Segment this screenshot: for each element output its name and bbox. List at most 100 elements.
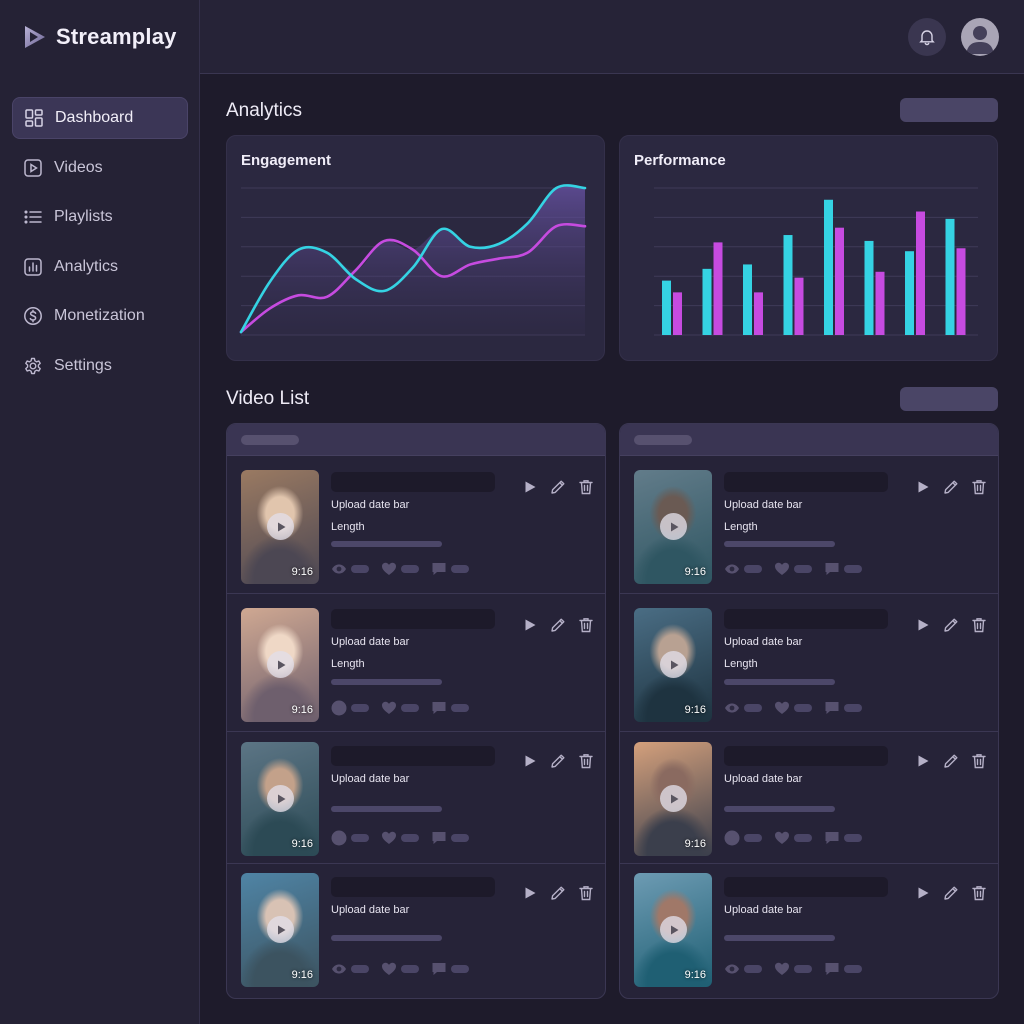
video-thumbnail[interactable]: 9:16	[241, 873, 319, 987]
thumbnail-play-icon[interactable]	[660, 513, 687, 540]
video-actions	[521, 752, 595, 770]
thumbnail-play-icon[interactable]	[660, 651, 687, 678]
aspect-ratio-label: 9:16	[291, 838, 313, 850]
edit-icon[interactable]	[549, 752, 567, 770]
comments-stat	[431, 700, 469, 716]
performance-bar-1-1	[673, 292, 682, 335]
heart-icon	[774, 561, 790, 577]
video-icon	[22, 157, 44, 179]
comment-icon	[824, 700, 840, 716]
circle-icon	[331, 830, 347, 846]
video-row[interactable]: 9:16 Upload date bar Length	[620, 456, 998, 594]
video-thumbnail[interactable]: 9:16	[634, 742, 712, 856]
likes-stat	[381, 561, 419, 577]
views-count-placeholder	[351, 965, 369, 973]
thumbnail-play-icon[interactable]	[660, 916, 687, 943]
performance-chart	[654, 187, 978, 336]
play-icon[interactable]	[521, 478, 539, 496]
play-icon[interactable]	[521, 752, 539, 770]
brand[interactable]: Streamplay	[22, 24, 177, 50]
sidebar-item-dashboard[interactable]: Dashboard	[12, 97, 188, 139]
video-thumbnail[interactable]: 9:16	[241, 470, 319, 584]
thumbnail-play-icon[interactable]	[267, 513, 294, 540]
video-thumbnail[interactable]: 9:16	[634, 608, 712, 722]
sidebar-item-analytics[interactable]: Analytics	[12, 246, 188, 288]
user-avatar[interactable]	[961, 18, 999, 56]
playlist-icon	[22, 206, 44, 228]
video-progress-bar	[724, 541, 835, 547]
edit-icon[interactable]	[942, 884, 960, 902]
thumbnail-play-icon[interactable]	[267, 916, 294, 943]
play-icon[interactable]	[914, 752, 932, 770]
edit-icon[interactable]	[549, 616, 567, 634]
video-thumbnail[interactable]: 9:16	[634, 470, 712, 584]
video-list-action-button[interactable]	[900, 387, 998, 411]
trash-icon[interactable]	[970, 752, 988, 770]
notification-button[interactable]	[908, 18, 946, 56]
trash-icon[interactable]	[577, 478, 595, 496]
trash-icon[interactable]	[970, 478, 988, 496]
trash-icon[interactable]	[577, 884, 595, 902]
performance-bar-3-0	[743, 264, 752, 335]
thumbnail-play-icon[interactable]	[660, 785, 687, 812]
panel-header	[227, 424, 605, 456]
video-row[interactable]: 9:16 Upload date bar	[227, 864, 605, 998]
comments-count-placeholder	[844, 565, 862, 573]
trash-icon[interactable]	[577, 616, 595, 634]
likes-count-placeholder	[401, 834, 419, 842]
trash-icon[interactable]	[970, 884, 988, 902]
trash-icon[interactable]	[577, 752, 595, 770]
sidebar-item-settings[interactable]: Settings	[12, 345, 188, 387]
thumbnail-play-icon[interactable]	[267, 785, 294, 812]
play-icon[interactable]	[914, 616, 932, 634]
video-thumbnail[interactable]: 9:16	[241, 608, 319, 722]
panel-header-bar	[634, 435, 692, 445]
sidebar-item-playlists[interactable]: Playlists	[12, 196, 188, 238]
video-row[interactable]: 9:16 Upload date bar	[227, 732, 605, 864]
thumbnail-play-icon[interactable]	[267, 651, 294, 678]
video-row[interactable]: 9:16 Upload date bar	[620, 732, 998, 864]
comment-icon	[431, 700, 447, 716]
video-row[interactable]: 9:16 Upload date bar	[620, 864, 998, 998]
video-row[interactable]: 9:16 Upload date bar Length	[227, 456, 605, 594]
video-thumbnail[interactable]: 9:16	[241, 742, 319, 856]
play-icon[interactable]	[914, 478, 932, 496]
edit-icon[interactable]	[549, 884, 567, 902]
video-row[interactable]: 9:16 Upload date bar Length	[227, 594, 605, 732]
video-thumbnail[interactable]: 9:16	[634, 873, 712, 987]
play-icon[interactable]	[914, 884, 932, 902]
upload-date-label: Upload date bar	[724, 636, 803, 648]
trash-icon[interactable]	[970, 616, 988, 634]
video-progress-bar	[331, 679, 442, 685]
dollar-icon	[22, 305, 44, 327]
edit-icon[interactable]	[942, 616, 960, 634]
video-actions	[521, 616, 595, 634]
upload-date-label: Upload date bar	[331, 499, 410, 511]
edit-icon[interactable]	[942, 752, 960, 770]
play-icon[interactable]	[521, 616, 539, 634]
video-list-panel: 9:16 Upload date bar Length 9:16 Upload date…	[619, 423, 999, 999]
edit-icon[interactable]	[942, 478, 960, 496]
upload-date-label: Upload date bar	[331, 904, 410, 916]
heart-icon	[381, 561, 397, 577]
play-icon[interactable]	[521, 884, 539, 902]
edit-icon[interactable]	[549, 478, 567, 496]
likes-count-placeholder	[794, 834, 812, 842]
engagement-area	[241, 185, 585, 335]
analytics-action-button[interactable]	[900, 98, 998, 122]
video-progress-bar	[724, 679, 835, 685]
aspect-ratio-label: 9:16	[291, 969, 313, 981]
video-title-placeholder	[331, 746, 495, 766]
sidebar-item-videos[interactable]: Videos	[12, 147, 188, 189]
views-count-placeholder	[351, 565, 369, 573]
likes-count-placeholder	[794, 565, 812, 573]
video-row[interactable]: 9:16 Upload date bar Length	[620, 594, 998, 732]
sidebar-item-monetization[interactable]: Monetization	[12, 295, 188, 337]
video-title-placeholder	[724, 609, 888, 629]
video-stats	[331, 830, 481, 846]
likes-count-placeholder	[794, 704, 812, 712]
analytics-icon	[22, 256, 44, 278]
comments-stat	[431, 830, 469, 846]
comments-count-placeholder	[451, 965, 469, 973]
comments-count-placeholder	[451, 565, 469, 573]
